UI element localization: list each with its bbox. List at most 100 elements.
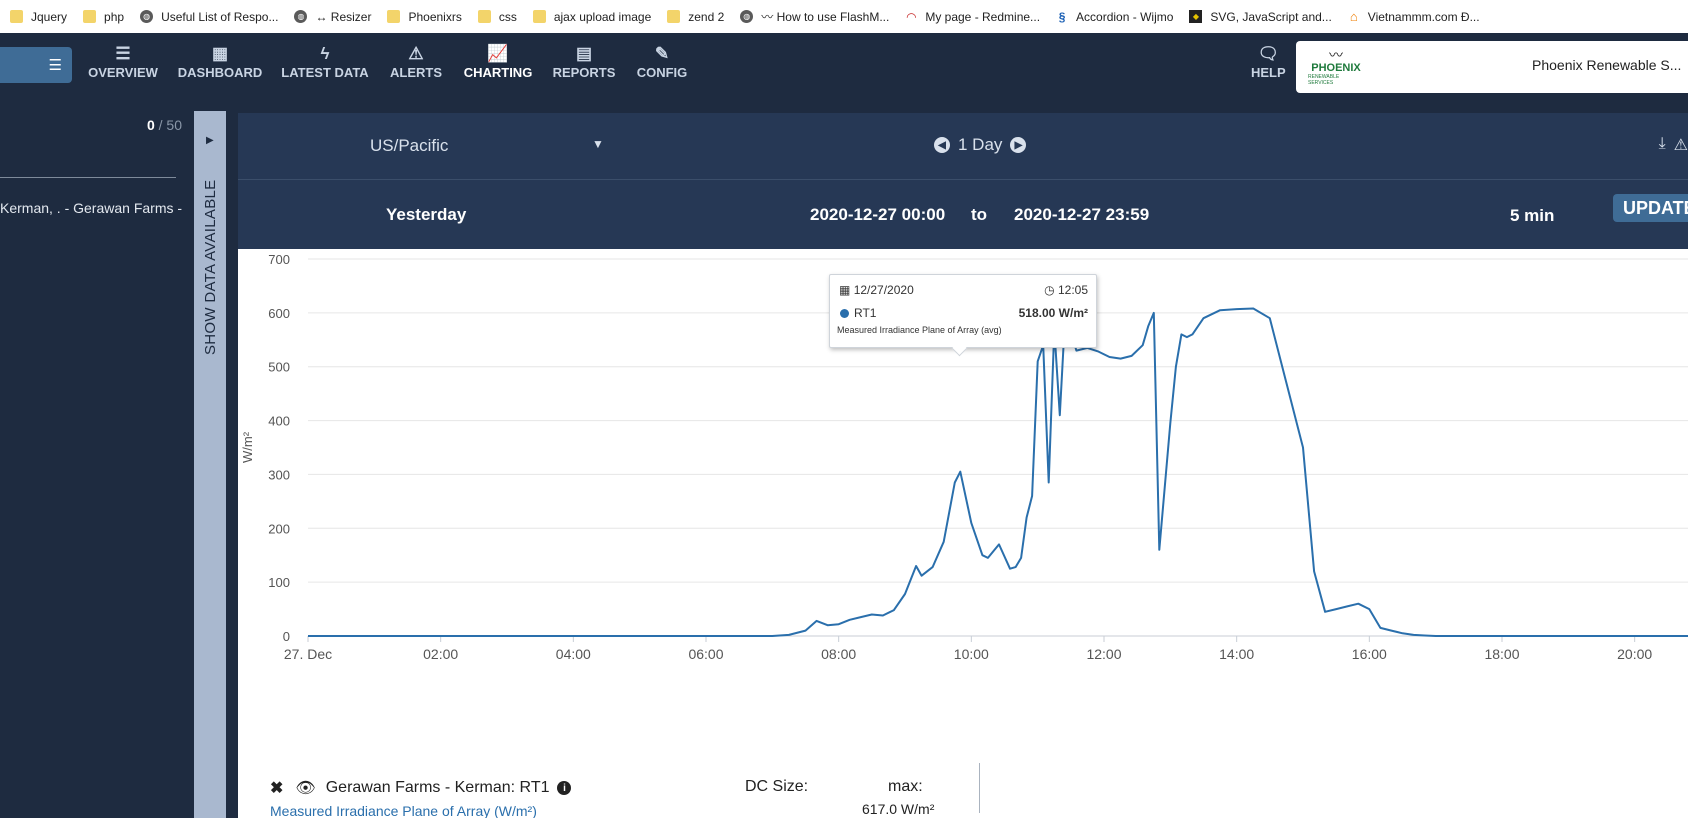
- x-tick-label: 20:00: [1617, 646, 1652, 662]
- bookmark-item[interactable]: ajax upload image: [532, 9, 652, 24]
- nav-reports[interactable]: ▤ REPORTS: [553, 43, 616, 80]
- x-tick-label: 12:00: [1086, 646, 1121, 662]
- bookmark-item[interactable]: ◍ Useful List of Respo...: [140, 10, 278, 24]
- house-icon: ⌂: [1349, 9, 1358, 24]
- folder-icon: [532, 10, 546, 23]
- expand-arrow-icon[interactable]: ▶: [206, 135, 214, 146]
- nav-dashboard[interactable]: ▦ DASHBOARD: [178, 43, 263, 80]
- bookmark-item[interactable]: Jquery: [10, 10, 67, 24]
- folder-icon: [83, 10, 97, 23]
- redmine-icon: ◠: [906, 9, 917, 24]
- x-tick-label: 08:00: [821, 646, 856, 662]
- timezone-select[interactable]: US/Pacific: [370, 136, 448, 156]
- nav-label: CHARTING: [463, 65, 533, 80]
- x-tick-label: 10:00: [954, 646, 989, 662]
- company-logo-box[interactable]: 〰 PHOENIX RENEWABLE SERVICES Phoenix Ren…: [1296, 41, 1688, 93]
- series-line-rt1: [308, 307, 1688, 637]
- warning-icon[interactable]: ⚠: [1674, 135, 1688, 155]
- max-label: max:: [888, 778, 923, 795]
- folder-icon: [477, 10, 491, 23]
- x-tick-label: 02:00: [423, 646, 458, 662]
- end-date-input[interactable]: 2020-12-27 23:59: [1014, 205, 1149, 225]
- folder-icon: [667, 10, 681, 23]
- y-tick-label: 200: [268, 521, 290, 536]
- interval-select[interactable]: 5 min: [1510, 206, 1554, 226]
- x-tick-label: 18:00: [1484, 646, 1519, 662]
- y-tick-label: 700: [268, 252, 290, 267]
- nav-latest-data[interactable]: ϟ LATEST DATA: [281, 43, 368, 80]
- bookmark-label: SVG, JavaScript and...: [1210, 9, 1332, 24]
- document-icon: ▤: [575, 44, 593, 63]
- y-tick-label: 0: [283, 629, 290, 644]
- info-icon[interactable]: i: [557, 781, 572, 795]
- nav-label: LATEST DATA: [281, 65, 369, 80]
- date-preset-select[interactable]: Yesterday: [386, 205, 466, 225]
- nav-overview[interactable]: ☰ OVERVIEW: [88, 43, 158, 80]
- filter-toggle-button[interactable]: ☰: [0, 47, 72, 83]
- bookmark-label: Phoenixrs: [408, 9, 462, 24]
- visibility-eye-icon[interactable]: 👁: [295, 778, 315, 798]
- series-legend-row: ✖ 👁 Gerawan Farms - Kerman: RT1 i: [270, 778, 572, 798]
- start-date-input[interactable]: 2020-12-27 00:00: [810, 205, 945, 225]
- series-sub-label[interactable]: Measured Irradiance Plane of Array (W/m²…: [270, 803, 537, 818]
- bookmark-item[interactable]: ⌂ Vietnammm.com Đ...: [1348, 9, 1480, 24]
- next-range-icon[interactable]: ▶: [1010, 137, 1027, 153]
- nav-label: REPORTS: [552, 65, 616, 80]
- x-tick-label: 14:00: [1219, 646, 1254, 662]
- y-tick-label: 100: [268, 575, 290, 590]
- nav-alerts[interactable]: ⚠ ALERTS: [390, 43, 442, 80]
- bookmark-item[interactable]: ◍ 〰 How to use FlashM...: [740, 8, 889, 25]
- bookmark-label: ajax upload image: [553, 9, 652, 24]
- bookmark-item[interactable]: Phoenixrs: [387, 9, 462, 24]
- bookmark-item[interactable]: css: [477, 9, 517, 24]
- download-icon[interactable]: ⤓: [1659, 135, 1666, 155]
- clock-icon: ◷: [1044, 283, 1055, 297]
- show-data-available-label[interactable]: SHOW DATA AVAILABLE: [202, 180, 219, 355]
- bookmark-label: zend 2: [688, 9, 725, 24]
- y-tick-label: 300: [268, 467, 290, 482]
- bookmark-item[interactable]: ◆ SVG, JavaScript and...: [1189, 9, 1332, 24]
- bookmark-item[interactable]: zend 2: [667, 10, 724, 24]
- edit-icon: ✎: [654, 44, 670, 63]
- nav-config[interactable]: ✎ CONFIG: [637, 43, 688, 80]
- caret-down-icon[interactable]: ▼: [592, 137, 604, 151]
- nav-label: OVERVIEW: [88, 65, 158, 80]
- x-tick-label: 27. Dec: [284, 646, 332, 662]
- update-button[interactable]: UPDATE: [1613, 194, 1688, 222]
- chart-controls-bottom: Yesterday 2020-12-27 00:00 to 2020-12-27…: [238, 180, 1688, 249]
- globe-icon: ◍: [140, 10, 154, 23]
- help-button[interactable]: 🗨 HELP: [1251, 43, 1286, 80]
- bookmark-label: ↔ Resizer: [315, 9, 372, 24]
- line-chart-icon: 📈: [487, 44, 509, 63]
- to-label: to: [971, 205, 988, 224]
- x-tick-label: 04:00: [556, 646, 591, 662]
- phoenix-bird-icon: 〰: [1329, 47, 1343, 63]
- globe-icon: ◍: [294, 10, 308, 23]
- y-tick-label: 500: [268, 360, 290, 375]
- company-name: Phoenix Renewable S...: [1532, 57, 1682, 73]
- charting-panel: US/Pacific ▼ ◀ 1 Day ▶ ⤓ ⚠ Yesterday 202…: [238, 113, 1688, 818]
- y-axis-label: W/m²: [240, 431, 255, 463]
- bookmark-label: css: [498, 9, 517, 24]
- sliders-icon: ☰: [48, 57, 62, 74]
- range-selector: ◀ 1 Day ▶: [934, 135, 1027, 155]
- tooltip-time: ◷ 12:05: [1044, 283, 1088, 297]
- calendar-icon: ▦: [839, 283, 851, 297]
- dc-size-label: DC Size:: [745, 778, 809, 795]
- tooltip-date: ▦ 12/27/2020: [839, 283, 914, 297]
- bookmark-item[interactable]: php: [83, 10, 124, 24]
- bookmark-item[interactable]: ◠ My page - Redmine...: [905, 10, 1040, 24]
- folder-icon: [10, 10, 23, 23]
- chat-icon: 🗨: [1257, 44, 1280, 63]
- bookmark-item[interactable]: § Accordion - Wijmo: [1056, 10, 1174, 24]
- remove-series-icon[interactable]: ✖: [270, 778, 283, 798]
- previous-range-icon[interactable]: ◀: [934, 137, 950, 153]
- site-list-item[interactable]: Kerman, . - Gerawan Farms -: [0, 200, 182, 216]
- nav-label: DASHBOARD: [177, 65, 263, 80]
- series-dot: [840, 309, 849, 318]
- series-title: Gerawan Farms - Kerman: RT1: [325, 779, 550, 796]
- bookmark-item[interactable]: ◍ ↔ Resizer: [294, 10, 371, 24]
- legend-divider: [979, 763, 980, 813]
- chart-tools: ⤓ ⚠: [1651, 135, 1688, 155]
- nav-charting[interactable]: 📈 CHARTING: [464, 43, 533, 80]
